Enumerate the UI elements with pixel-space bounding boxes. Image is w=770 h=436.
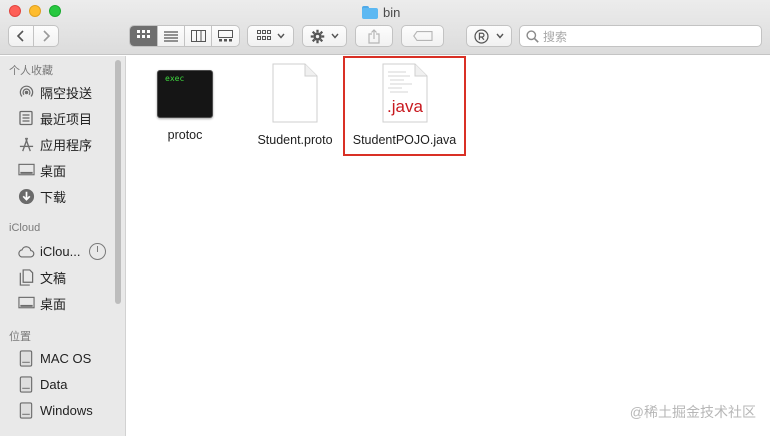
action-dropdown[interactable] (302, 25, 347, 47)
tag-button[interactable] (401, 25, 444, 47)
sidebar-item-airdrop[interactable]: 隔空投送 (17, 82, 92, 102)
column-view-button[interactable] (185, 26, 212, 46)
downloads-icon (17, 187, 35, 205)
gallery-view-button[interactable] (212, 26, 239, 46)
share-icon (368, 28, 380, 44)
search-field[interactable]: 搜索 (519, 25, 762, 47)
list-view-icon (164, 31, 178, 42)
view-mode-control (129, 25, 240, 47)
file-name: StudentPOJO.java (352, 133, 457, 147)
chevron-down-icon (331, 33, 339, 39)
chevron-right-icon (43, 30, 50, 42)
title-bar: bin 搜索 (0, 0, 770, 55)
chevron-down-icon (276, 33, 285, 39)
file-item-protoc[interactable]: exec protoc (147, 56, 223, 142)
sidebar-item-label: 应用程序 (40, 137, 93, 153)
share-button[interactable] (355, 25, 393, 47)
sidebar-section-favorites: 个人收藏 (9, 65, 53, 77)
search-icon (526, 29, 539, 43)
sidebar-item-label: 桌面 (40, 163, 67, 179)
file-area: exec protoc Student.proto .java StudentP… (127, 56, 770, 436)
window-title-text: bin (383, 4, 401, 20)
recents-icon (17, 109, 35, 127)
exec-icon-text: exec (165, 74, 185, 83)
close-window-button[interactable] (9, 5, 21, 17)
sidebar-item-label: Windows (40, 402, 93, 418)
desktop-icon (17, 294, 35, 312)
java-file-icon: .java (382, 63, 427, 123)
icon-view-icon (136, 30, 150, 38)
sidebar-item-label: Data (40, 376, 68, 392)
window-title: bin (362, 3, 400, 21)
disk-icon (17, 375, 35, 393)
file-name: protoc (167, 128, 203, 142)
sidebar-item-label: 下载 (40, 189, 67, 205)
gear-icon (310, 29, 325, 43)
executable-icon: exec (157, 70, 213, 118)
column-view-icon (190, 30, 206, 42)
file-item-student-proto[interactable]: Student.proto (247, 56, 343, 147)
registered-icon (474, 28, 489, 44)
sidebar-item-label: MAC OS (40, 350, 92, 366)
document-icon (272, 63, 318, 123)
sidebar-item-applications[interactable]: 应用程序 (17, 134, 92, 154)
folder-icon (362, 5, 378, 19)
sidebar-item-downloads[interactable]: 下载 (17, 186, 66, 206)
chevron-left-icon (16, 30, 24, 42)
desktop-icon (17, 161, 35, 179)
watermark: @稀土掘金技术社区 (629, 404, 756, 420)
navigation-buttons (8, 25, 59, 47)
group-icon (256, 30, 271, 40)
chevron-down-icon (496, 33, 504, 39)
sidebar-item-icloud-drive[interactable]: iClou... (17, 241, 80, 261)
sidebar-section-locations: 位置 (9, 331, 31, 343)
airdrop-icon (17, 83, 35, 101)
icon-view-button[interactable] (130, 26, 158, 46)
java-extension-label: .java (387, 97, 423, 116)
gallery-view-icon (218, 30, 233, 42)
sidebar-section-icloud: iCloud (9, 222, 41, 234)
disk-icon (17, 349, 35, 367)
search-placeholder: 搜索 (543, 29, 568, 44)
applications-icon (17, 135, 35, 153)
zoom-window-button[interactable] (49, 5, 61, 17)
sidebar-item-documents[interactable]: 文稿 (17, 267, 66, 287)
list-view-button[interactable] (158, 26, 185, 46)
sidebar-item-data[interactable]: Data (17, 374, 67, 394)
sidebar-item-label: 桌面 (40, 296, 67, 312)
cloud-icon (17, 242, 35, 260)
sidebar: 个人收藏 隔空投送 最近项目 应用程序 桌面 下载 iCloud iClou..… (0, 56, 126, 436)
disk-icon (17, 401, 35, 419)
sidebar-scrollbar[interactable] (115, 60, 121, 304)
file-item-studentpojo-java[interactable]: .java StudentPOJO.java (343, 56, 466, 147)
forward-button[interactable] (34, 26, 58, 46)
sidebar-item-label: 最近项目 (40, 111, 93, 127)
sidebar-item-recents[interactable]: 最近项目 (17, 108, 92, 128)
tag-icon (412, 31, 433, 41)
file-name: Student.proto (257, 133, 333, 147)
sidebar-item-icloud-desktop[interactable]: 桌面 (17, 293, 66, 313)
sidebar-item-label: iClou... (40, 243, 81, 259)
sidebar-item-label: 隔空投送 (40, 85, 93, 101)
sidebar-item-desktop[interactable]: 桌面 (17, 160, 66, 180)
clock-icon (89, 243, 106, 260)
sidebar-item-label: 文稿 (40, 270, 67, 286)
documents-icon (17, 268, 35, 286)
group-by-dropdown[interactable] (247, 25, 294, 47)
sidebar-item-mac-os[interactable]: MAC OS (17, 348, 91, 368)
extension-dropdown[interactable] (466, 25, 512, 47)
minimize-window-button[interactable] (29, 5, 41, 17)
back-button[interactable] (9, 26, 34, 46)
sidebar-item-windows[interactable]: Windows (17, 400, 93, 420)
